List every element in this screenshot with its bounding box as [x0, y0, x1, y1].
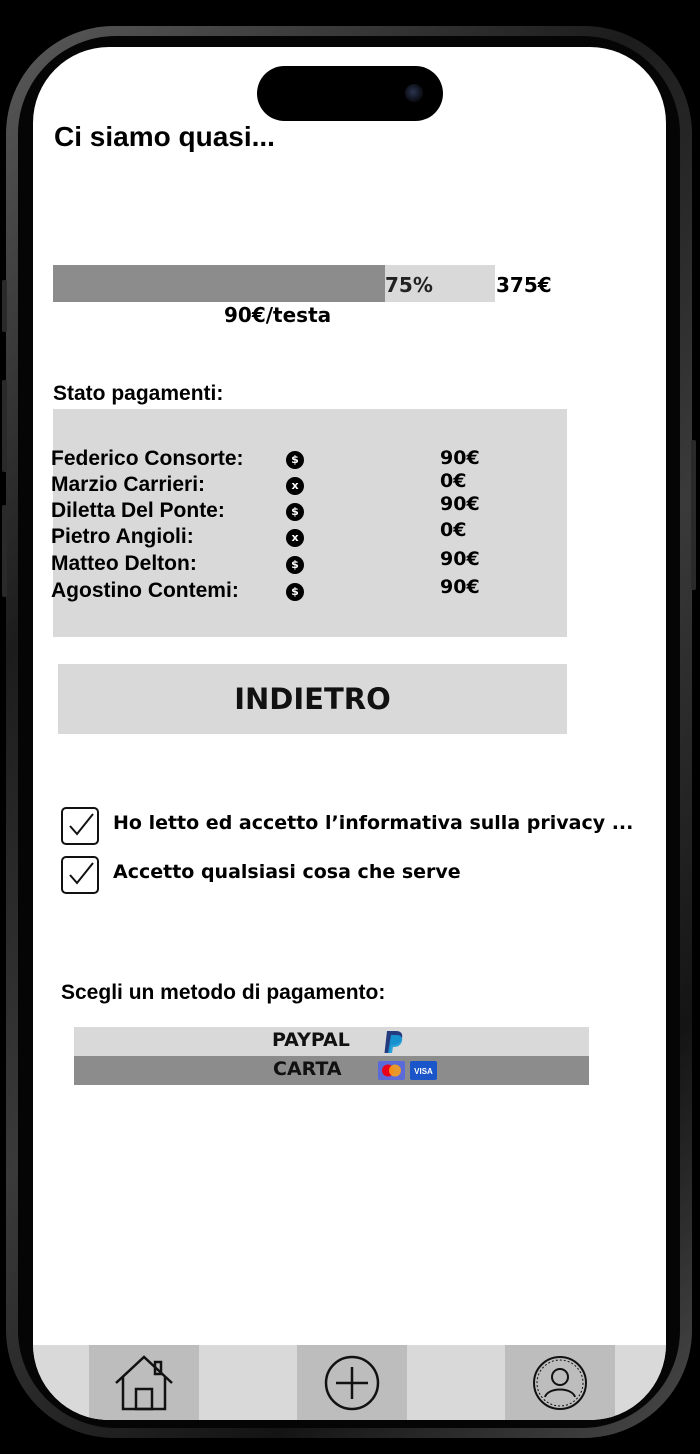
unpaid-icon: x	[286, 477, 304, 495]
paypal-icon	[384, 1031, 403, 1053]
checkmark-icon	[69, 862, 94, 885]
camera-icon	[405, 84, 423, 102]
action-button	[2, 280, 7, 332]
progress-fill	[53, 265, 385, 302]
privacy-checkbox[interactable]	[61, 807, 99, 845]
privacy-label: Ho letto ed accetto l’informativa sulla …	[113, 812, 634, 834]
card-option[interactable]: CARTA VISA	[74, 1056, 589, 1085]
card-label: CARTA	[273, 1058, 342, 1080]
paid-icon: $	[286, 556, 304, 574]
back-button[interactable]: INDIETRO	[58, 664, 567, 734]
payments-heading: Stato pagamenti:	[53, 382, 224, 405]
terms-checkbox[interactable]	[61, 856, 99, 894]
payer-name: Pietro Angioli:	[51, 525, 194, 548]
checkmark-icon	[69, 813, 94, 836]
bottom-nav	[33, 1345, 666, 1420]
volume-up-button	[2, 380, 7, 472]
per-head-amount: 90€/testa	[224, 303, 332, 327]
payer-amount: 90€	[440, 493, 480, 515]
payment-method-heading: Scegli un metodo di pagamento:	[61, 981, 386, 1004]
progress-percent: 75%	[385, 273, 433, 297]
volume-down-button	[2, 505, 7, 597]
payer-amount: 0€	[440, 470, 467, 492]
payment-row: Agostino Contemi: $ 90€	[51, 576, 567, 605]
goal-amount: 375€	[496, 273, 552, 297]
payer-amount: 90€	[440, 447, 480, 469]
payment-row: Marzio Carrieri: x 0€	[51, 470, 567, 499]
payer-amount: 0€	[440, 519, 467, 541]
payer-amount: 90€	[440, 548, 480, 570]
terms-label: Accetto qualsiasi cosa che serve	[113, 861, 461, 883]
payment-row: Pietro Angioli: x 0€	[51, 519, 567, 551]
nav-add[interactable]	[297, 1345, 407, 1420]
payer-name: Diletta Del Ponte:	[51, 499, 225, 522]
screen: Ci siamo quasi... 75% 375€ 90€/testa Sta…	[33, 47, 666, 1420]
svg-text:VISA: VISA	[414, 1067, 433, 1076]
paypal-label: PAYPAL	[272, 1029, 350, 1051]
paid-icon: $	[286, 503, 304, 521]
add-icon	[324, 1355, 380, 1411]
payer-name: Agostino Contemi:	[51, 579, 239, 602]
visa-icon: VISA	[410, 1061, 437, 1080]
payment-row: Matteo Delton: $ 90€	[51, 548, 567, 578]
power-button	[691, 440, 696, 590]
nav-home[interactable]	[89, 1345, 199, 1420]
payment-row: Diletta Del Ponte: $ 90€	[51, 493, 567, 525]
home-icon	[115, 1355, 173, 1411]
paid-icon: $	[286, 451, 304, 469]
payer-name: Federico Consorte:	[51, 447, 244, 470]
paypal-option[interactable]: PAYPAL	[74, 1027, 589, 1056]
paid-icon: $	[286, 583, 304, 601]
mastercard-icon	[378, 1061, 405, 1080]
nav-profile[interactable]	[505, 1345, 615, 1420]
payer-amount: 90€	[440, 576, 480, 598]
unpaid-icon: x	[286, 529, 304, 547]
payer-name: Marzio Carrieri:	[51, 473, 206, 496]
payment-row: Federico Consorte: $ 90€	[51, 447, 567, 473]
payments-panel: Federico Consorte: $ 90€ Marzio Carrieri…	[51, 409, 567, 637]
dynamic-island	[257, 66, 443, 121]
payer-name: Matteo Delton:	[51, 552, 197, 575]
profile-icon	[533, 1356, 587, 1410]
page-title: Ci siamo quasi...	[54, 121, 275, 152]
